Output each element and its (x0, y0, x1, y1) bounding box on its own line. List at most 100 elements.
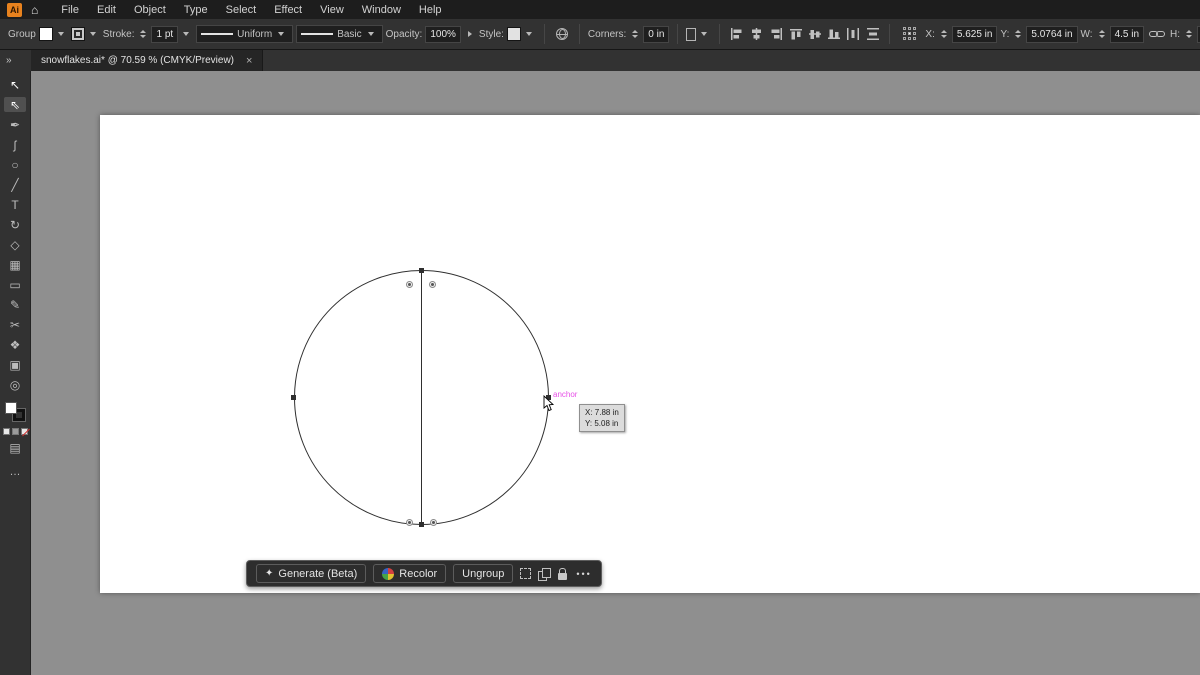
curvature-tool[interactable]: ʃ (4, 137, 26, 152)
menu-help[interactable]: Help (410, 0, 451, 19)
direct-selection-tool[interactable]: ⇖ (4, 97, 26, 112)
align-middle-icon[interactable] (807, 28, 823, 40)
corner-widget-top-left[interactable] (406, 281, 413, 288)
align-left-icon[interactable] (728, 28, 745, 40)
stroke-weight-caret-icon[interactable] (183, 32, 189, 36)
anchor-point-left[interactable] (291, 395, 296, 400)
corners-stepper[interactable] (632, 30, 638, 38)
width-profile-dropdown[interactable]: Uniform (196, 25, 293, 43)
x-stepper[interactable] (941, 30, 947, 38)
opacity-field[interactable]: 100% (425, 26, 461, 43)
corner-widget-bottom-left[interactable] (406, 519, 413, 526)
screen-mode-icon[interactable]: ▤ (4, 440, 26, 455)
fill-stroke-indicator[interactable] (5, 402, 25, 421)
shape-builder-tool[interactable]: ◇ (4, 237, 26, 252)
menu-file[interactable]: File (52, 0, 88, 19)
artboard[interactable] (100, 115, 1200, 593)
artboard-tool[interactable]: ▭ (4, 277, 26, 292)
y-stepper[interactable] (1015, 30, 1021, 38)
anchor-point-top[interactable] (419, 268, 424, 273)
menu-effect[interactable]: Effect (265, 0, 311, 19)
corners-field[interactable]: 0 in (643, 26, 669, 43)
rectangle-tool[interactable]: ▣ (4, 357, 26, 372)
distribute-horizontal-icon[interactable] (845, 28, 862, 40)
menu-view[interactable]: View (311, 0, 353, 19)
ungroup-button[interactable]: Ungroup (453, 564, 513, 583)
illustrator-logo-icon[interactable]: Ai (7, 3, 22, 17)
doc-caret-icon[interactable] (701, 32, 707, 36)
stroke-color-swatch[interactable] (71, 27, 85, 41)
fill-swatch[interactable] (5, 402, 17, 414)
home-icon[interactable]: ⌂ (31, 3, 38, 17)
pencil-tool[interactable]: ✎ (4, 297, 26, 312)
x-field[interactable]: 5.625 in (952, 26, 998, 43)
toolbar-collapse-icon[interactable]: » (0, 50, 31, 71)
anchor-point-bottom[interactable] (419, 522, 424, 527)
duplicate-icon[interactable] (538, 568, 551, 580)
vertical-line-path[interactable] (421, 271, 422, 524)
align-top-icon[interactable] (788, 28, 804, 40)
isolate-object-icon[interactable] (686, 28, 696, 41)
none-mode-icon[interactable] (21, 428, 28, 435)
scissors-tool[interactable]: ✂ (4, 317, 26, 332)
h-stepper[interactable] (1186, 30, 1192, 38)
brush-caret-icon (368, 32, 374, 36)
stroke-dropdown-caret-icon[interactable] (90, 32, 96, 36)
menu-edit[interactable]: Edit (88, 0, 125, 19)
rotate-tool[interactable]: ↻ (4, 217, 26, 232)
document-tab[interactable]: snowflakes.ai* @ 70.59 % (CMYK/Preview) … (31, 50, 263, 71)
distribute-vertical-icon[interactable] (865, 28, 881, 40)
reference-point-grid-icon[interactable] (903, 27, 917, 41)
align-bottom-icon[interactable] (826, 28, 842, 40)
h-label: H: (1170, 29, 1180, 40)
y-field[interactable]: 5.0764 in (1026, 26, 1077, 43)
tab-close-icon[interactable]: × (246, 55, 252, 67)
mouse-cursor-icon (543, 395, 555, 417)
smart-guide-anchor-label: anchor (553, 390, 577, 399)
fill-dropdown-caret-icon[interactable] (58, 32, 64, 36)
zoom-tool[interactable]: ◎ (4, 377, 26, 392)
type-tool[interactable]: T (4, 197, 26, 212)
lock-icon[interactable] (558, 573, 567, 580)
document-setup-globe-icon[interactable] (556, 28, 568, 40)
corner-widget-top-right[interactable] (429, 281, 436, 288)
menu-window[interactable]: Window (353, 0, 410, 19)
w-stepper[interactable] (1099, 30, 1105, 38)
generate-button[interactable]: ✦ Generate (Beta) (256, 564, 366, 583)
y-label: Y: (1000, 29, 1009, 40)
gradient-mode-icon[interactable] (12, 428, 19, 435)
recolor-button[interactable]: Recolor (373, 564, 446, 583)
color-mode-icon[interactable] (3, 428, 10, 435)
width-profile-value: Uniform (237, 29, 272, 40)
stroke-weight-field[interactable]: 1 pt (151, 26, 178, 43)
ungroup-label: Ungroup (462, 568, 504, 580)
pen-tool[interactable]: ✒ (4, 117, 26, 132)
style-caret-icon[interactable] (526, 32, 532, 36)
contextual-task-bar: ✦ Generate (Beta) Recolor Ungroup ••• (246, 560, 602, 587)
menu-object[interactable]: Object (125, 0, 175, 19)
edit-toolbar-more-icon[interactable]: … (10, 466, 21, 478)
paintbrush-tool[interactable]: ╱ (4, 177, 26, 192)
align-right-icon[interactable] (768, 28, 785, 40)
intertwine-icon[interactable] (520, 568, 531, 579)
stroke-weight-stepper[interactable] (140, 30, 146, 38)
menu-select[interactable]: Select (217, 0, 266, 19)
constrain-proportions-link-icon[interactable] (1149, 29, 1165, 39)
canvas[interactable]: anchor X: 7.88 in Y: 5.08 in ✦ Generate … (31, 71, 1200, 675)
brush-value: Basic (337, 29, 361, 40)
align-center-icon[interactable] (748, 28, 765, 40)
gradient-tool[interactable]: ▦ (4, 257, 26, 272)
selection-tool[interactable]: ↖ (4, 77, 26, 92)
opacity-options-chevron-icon[interactable] (468, 31, 472, 37)
separator (579, 24, 580, 44)
w-field[interactable]: 4.5 in (1110, 26, 1144, 43)
brush-dropdown[interactable]: Basic (296, 25, 382, 43)
ellipse-tool[interactable]: ○ (4, 157, 26, 172)
taskbar-more-icon[interactable]: ••• (576, 569, 591, 579)
menu-type[interactable]: Type (175, 0, 217, 19)
fill-color-swatch[interactable] (39, 27, 53, 41)
hand-tool[interactable]: ❖ (4, 337, 26, 352)
corner-widget-bottom-right[interactable] (430, 519, 437, 526)
graphic-style-swatch[interactable] (507, 27, 521, 41)
document-tab-bar: » snowflakes.ai* @ 70.59 % (CMYK/Preview… (0, 50, 1200, 71)
